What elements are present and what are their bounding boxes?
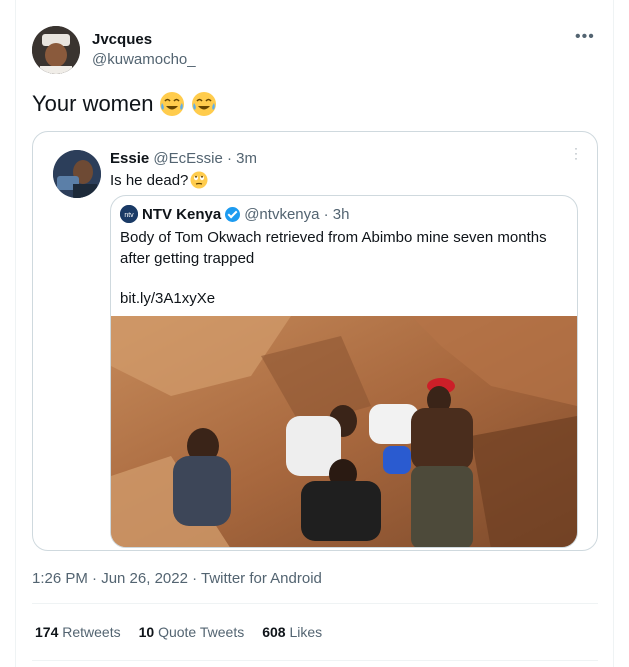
- tweet-text: Your women: [32, 91, 217, 117]
- quote-avatar[interactable]: [53, 150, 101, 198]
- embedded-text: Body of Tom Okwach retrieved from Abimbo…: [120, 229, 547, 267]
- retweets-count: 174: [35, 624, 59, 640]
- quote-display-name[interactable]: Essie: [110, 150, 149, 167]
- quote-text: Is he dead?: [110, 171, 208, 189]
- embedded-tweet[interactable]: ntv NTV Kenya @ntvkenya · 3h Body of Tom…: [110, 195, 578, 548]
- retweets-stat[interactable]: 174 Retweets: [35, 624, 121, 640]
- display-name[interactable]: Jvcques: [92, 31, 152, 48]
- likes-label: Likes: [289, 624, 323, 640]
- retweets-label: Retweets: [62, 624, 121, 640]
- likes-stat[interactable]: 608 Likes: [262, 624, 322, 640]
- verified-badge-icon: [225, 206, 241, 222]
- quote-header: Essie @EcEssie · 3m: [110, 150, 257, 167]
- likes-count: 608: [262, 624, 286, 640]
- divider: [32, 603, 598, 604]
- embedded-handle[interactable]: @ntvkenya · 3h: [244, 206, 349, 223]
- avatar[interactable]: [32, 26, 80, 74]
- news-photo[interactable]: [111, 316, 577, 548]
- eye-roll-emoji: [190, 171, 208, 189]
- tweet-timestamp[interactable]: 1:26 PM · Jun 26, 2022 · Twitter for And…: [32, 570, 322, 587]
- embedded-header: ntv NTV Kenya @ntvkenya · 3h: [120, 205, 349, 223]
- embedded-display-name[interactable]: NTV Kenya: [142, 206, 221, 223]
- divider: [32, 660, 598, 661]
- quotes-count: 10: [138, 624, 155, 640]
- ntv-logo[interactable]: ntv: [120, 205, 138, 223]
- embedded-link[interactable]: bit.ly/3A1xyXe: [120, 290, 215, 307]
- quote-body: Is he dead?: [110, 171, 189, 189]
- tweet-body: Your women: [32, 91, 154, 116]
- tears-of-joy-emoji: [191, 91, 217, 117]
- vertical-ellipsis-icon[interactable]: · · ·: [574, 142, 578, 164]
- quote-tweets-stat[interactable]: 10 Quote Tweets: [139, 624, 245, 640]
- tears-of-joy-emoji: [159, 91, 185, 117]
- tweet-stats: 174 Retweets 10 Quote Tweets 608 Likes: [35, 624, 322, 640]
- svg-text:ntv: ntv: [124, 212, 134, 219]
- quotes-label: Quote Tweets: [158, 624, 245, 640]
- ellipsis-icon[interactable]: •••: [575, 28, 595, 46]
- quote-handle[interactable]: @EcEssie · 3m: [153, 150, 257, 167]
- quoted-tweet[interactable]: Essie @EcEssie · 3m · · · Is he dead? ntv: [32, 131, 598, 551]
- user-handle[interactable]: @kuwamocho_: [92, 51, 196, 68]
